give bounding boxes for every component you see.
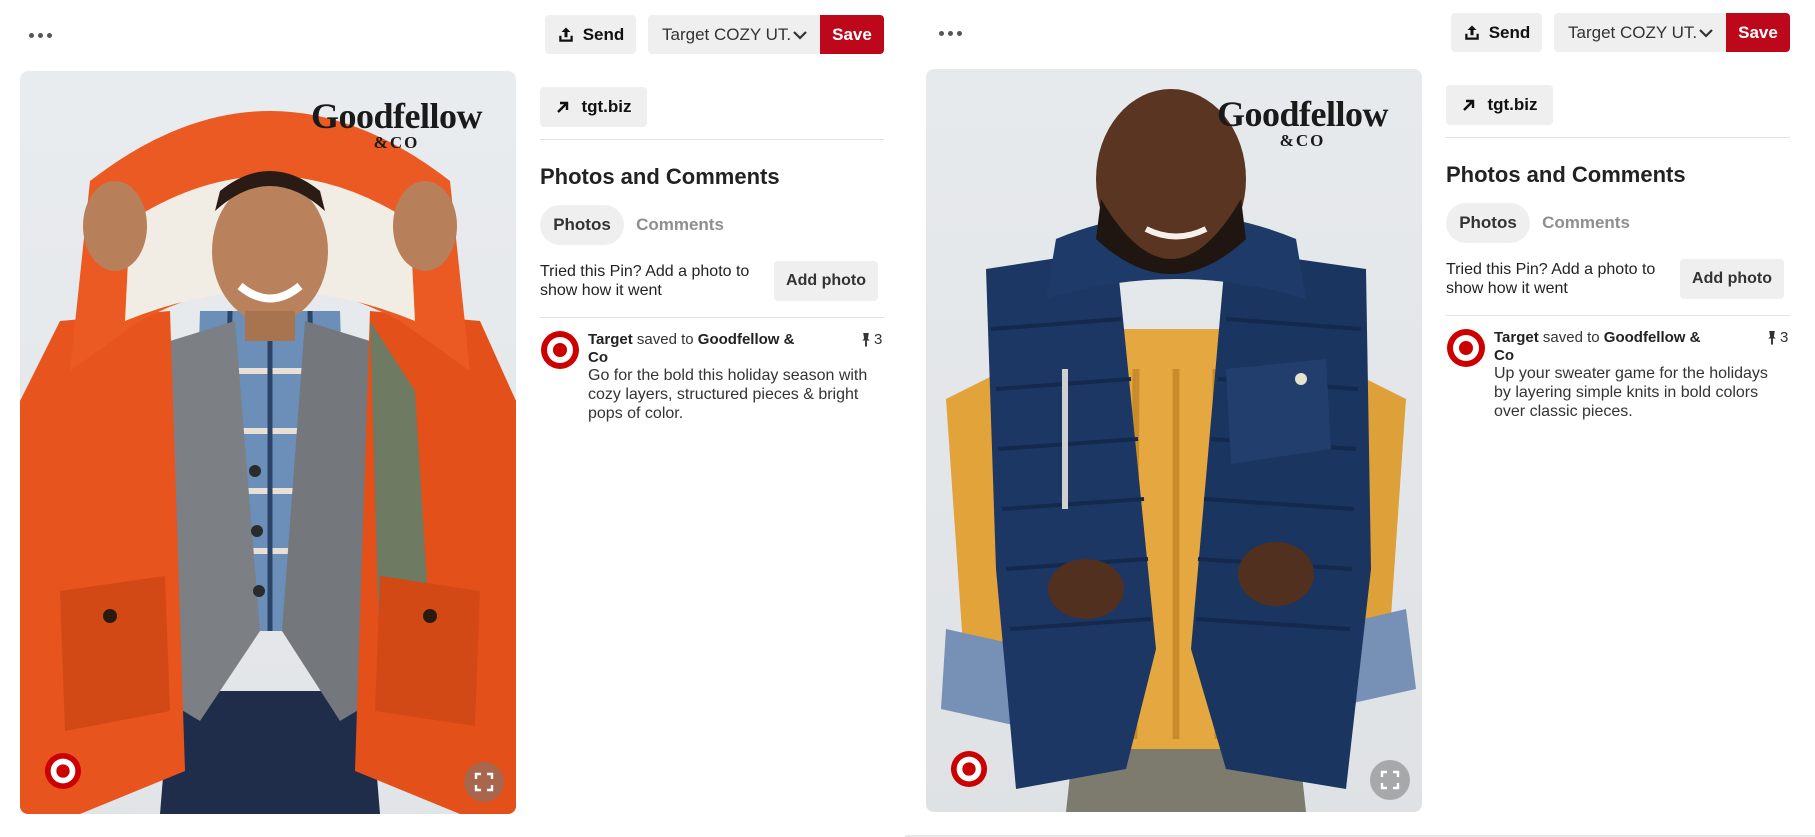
- avatar[interactable]: [540, 330, 580, 370]
- saved-to-text: saved to: [1542, 329, 1600, 346]
- share-upload-icon: [558, 27, 573, 42]
- divider: [1446, 315, 1790, 316]
- expand-icon: [474, 772, 494, 792]
- tab-comments[interactable]: Comments: [1530, 203, 1642, 243]
- tab-photos[interactable]: Photos: [1446, 203, 1530, 243]
- source-link-button[interactable]: tgt.biz: [540, 87, 647, 127]
- more-icon-dot: [37, 32, 43, 38]
- save-button[interactable]: Save: [820, 15, 884, 54]
- source-link-label: tgt.biz: [581, 97, 632, 116]
- divider: [1446, 137, 1790, 138]
- arrow-up-right-icon: [557, 101, 569, 113]
- board-select-label: Target COZY UT...: [1568, 22, 1698, 42]
- saved-to-line: Target saved to Goodfellow & Co: [1494, 329, 1704, 365]
- save-button[interactable]: Save: [1726, 13, 1790, 52]
- divider: [540, 139, 884, 140]
- section-title: Photos and Comments: [540, 164, 780, 189]
- board-select-dropdown[interactable]: Target COZY UT...: [648, 15, 820, 54]
- tried-pin-prompt: Tried this Pin? Add a photo to show how …: [540, 263, 750, 299]
- pin-description: Up your sweater game for the holidays by…: [1494, 365, 1768, 420]
- source-link-button[interactable]: tgt.biz: [1446, 85, 1553, 125]
- expand-icon: [1380, 770, 1400, 790]
- expand-button[interactable]: [1370, 760, 1410, 800]
- more-options-button[interactable]: [930, 18, 970, 48]
- more-options-button[interactable]: [20, 20, 60, 50]
- pin-photo-illustration: [941, 89, 1416, 812]
- tried-pin-prompt: Tried this Pin? Add a photo to show how …: [1446, 261, 1656, 297]
- board-select-label: Target COZY UT...: [662, 24, 792, 44]
- arrow-up-right-icon: [1463, 99, 1475, 111]
- send-button[interactable]: Send: [545, 15, 636, 54]
- chevron-down-icon: [1699, 28, 1713, 38]
- saver-name[interactable]: Target: [588, 331, 633, 348]
- chevron-down-icon: [793, 30, 807, 40]
- share-upload-icon: [1464, 25, 1479, 40]
- section-title: Photos and Comments: [1446, 162, 1686, 187]
- target-bullseye-icon: [950, 750, 988, 788]
- pin-panel-right: Send Target COZY UT... Save Goodfellow &…: [905, 0, 1815, 837]
- expand-button[interactable]: [464, 762, 504, 802]
- send-label: Send: [1488, 22, 1531, 42]
- more-icon-dot: [28, 32, 34, 38]
- saved-to-text: saved to: [636, 331, 694, 348]
- more-icon-dot: [956, 30, 962, 36]
- more-icon-dot: [947, 30, 953, 36]
- brand-logo-name: Goodfellow: [311, 96, 483, 136]
- pin-count-value: 3: [874, 331, 883, 348]
- tab-photos[interactable]: Photos: [540, 205, 624, 245]
- add-photo-button[interactable]: Add photo: [1680, 259, 1784, 299]
- pin-description: Go for the bold this holiday season with…: [588, 367, 868, 422]
- more-icon-dot: [938, 30, 944, 36]
- source-link-label: tgt.biz: [1487, 95, 1538, 114]
- divider: [540, 317, 884, 318]
- avatar[interactable]: [1446, 328, 1486, 368]
- pushpin-icon: [862, 332, 870, 347]
- pin-image[interactable]: Goodfellow &CO: [926, 69, 1422, 812]
- pin-count: 3: [1767, 329, 1788, 346]
- saver-name[interactable]: Target: [1494, 329, 1539, 346]
- pin-count: 3: [861, 331, 882, 348]
- saved-to-line: Target saved to Goodfellow & Co: [588, 331, 798, 367]
- pin-image[interactable]: Goodfellow &CO: [20, 71, 516, 814]
- add-photo-button[interactable]: Add photo: [774, 261, 878, 301]
- board-select-dropdown[interactable]: Target COZY UT...: [1554, 13, 1726, 52]
- more-icon-dot: [46, 32, 52, 38]
- send-label: Send: [582, 24, 625, 44]
- pin-photo-illustration: [20, 111, 516, 814]
- target-bullseye-icon: [44, 752, 82, 790]
- pin-count-value: 3: [1780, 329, 1789, 346]
- brand-logo-name: Goodfellow: [1217, 94, 1389, 134]
- pin-panel-left: Send Target COZY UT... Save Goodfellow &…: [0, 0, 905, 837]
- tab-comments[interactable]: Comments: [624, 205, 736, 245]
- pushpin-icon: [1768, 330, 1776, 345]
- brand-logo: Goodfellow &CO: [1217, 93, 1389, 151]
- brand-logo: Goodfellow &CO: [311, 95, 483, 153]
- send-button[interactable]: Send: [1451, 13, 1542, 52]
